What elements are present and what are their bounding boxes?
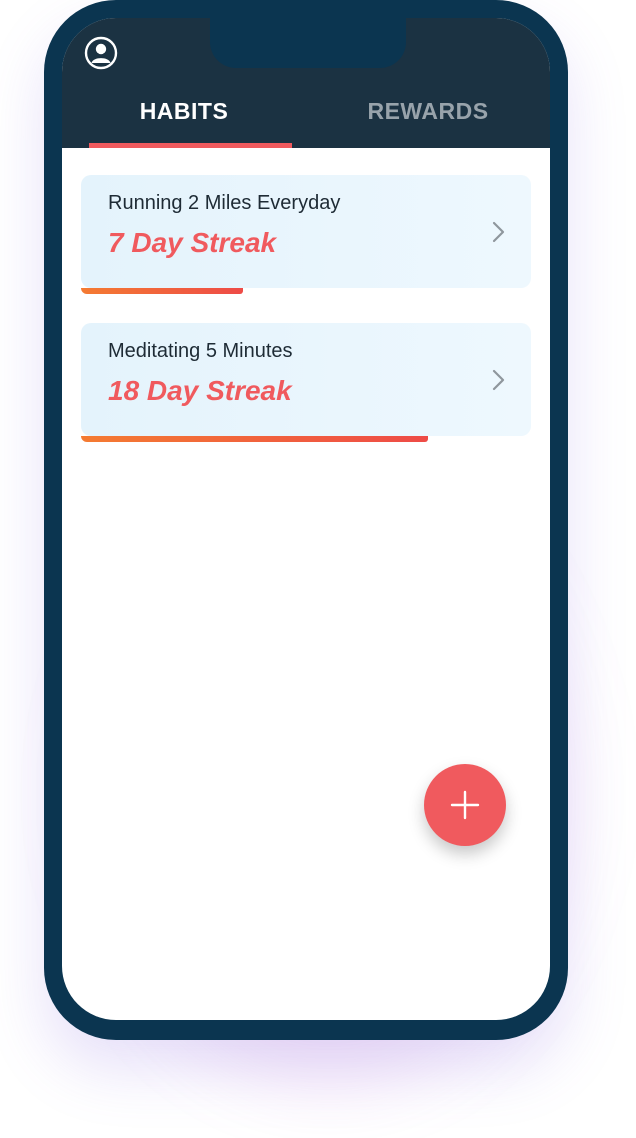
habit-name: Meditating 5 Minutes — [108, 340, 293, 362]
tab-rewards[interactable]: REWARDS — [306, 94, 550, 148]
habit-card-meditating[interactable]: Meditating 5 Minutes 18 Day Streak — [81, 323, 531, 436]
habit-card-running[interactable]: Running 2 Miles Everyday 7 Day Streak — [81, 175, 531, 288]
habit-streak: 7 Day Streak — [108, 227, 277, 258]
habit-name: Running 2 Miles Everyday — [108, 192, 341, 214]
profile-icon[interactable] — [84, 36, 118, 70]
active-tab-indicator — [89, 143, 292, 148]
habit-progress-bar — [81, 288, 243, 294]
phone-notch — [210, 18, 406, 68]
habit-progress-bar — [81, 436, 428, 442]
habit-streak: 18 Day Streak — [108, 375, 292, 406]
tab-habits[interactable]: HABITS — [62, 94, 306, 148]
chevron-right-icon — [492, 369, 505, 391]
tab-rewards-label: REWARDS — [367, 98, 489, 124]
plus-icon — [450, 790, 480, 820]
app-mockup: HABITS REWARDS Running 2 Miles Everyday … — [0, 0, 636, 1138]
phone-screen: HABITS REWARDS Running 2 Miles Everyday … — [62, 18, 550, 1020]
top-bar: HABITS REWARDS — [62, 18, 550, 148]
user-circle-icon — [84, 36, 118, 70]
phone-frame: HABITS REWARDS Running 2 Miles Everyday … — [44, 0, 568, 1040]
tab-habits-label: HABITS — [139, 98, 229, 124]
add-habit-button[interactable] — [424, 764, 506, 846]
chevron-right-icon — [492, 221, 505, 243]
